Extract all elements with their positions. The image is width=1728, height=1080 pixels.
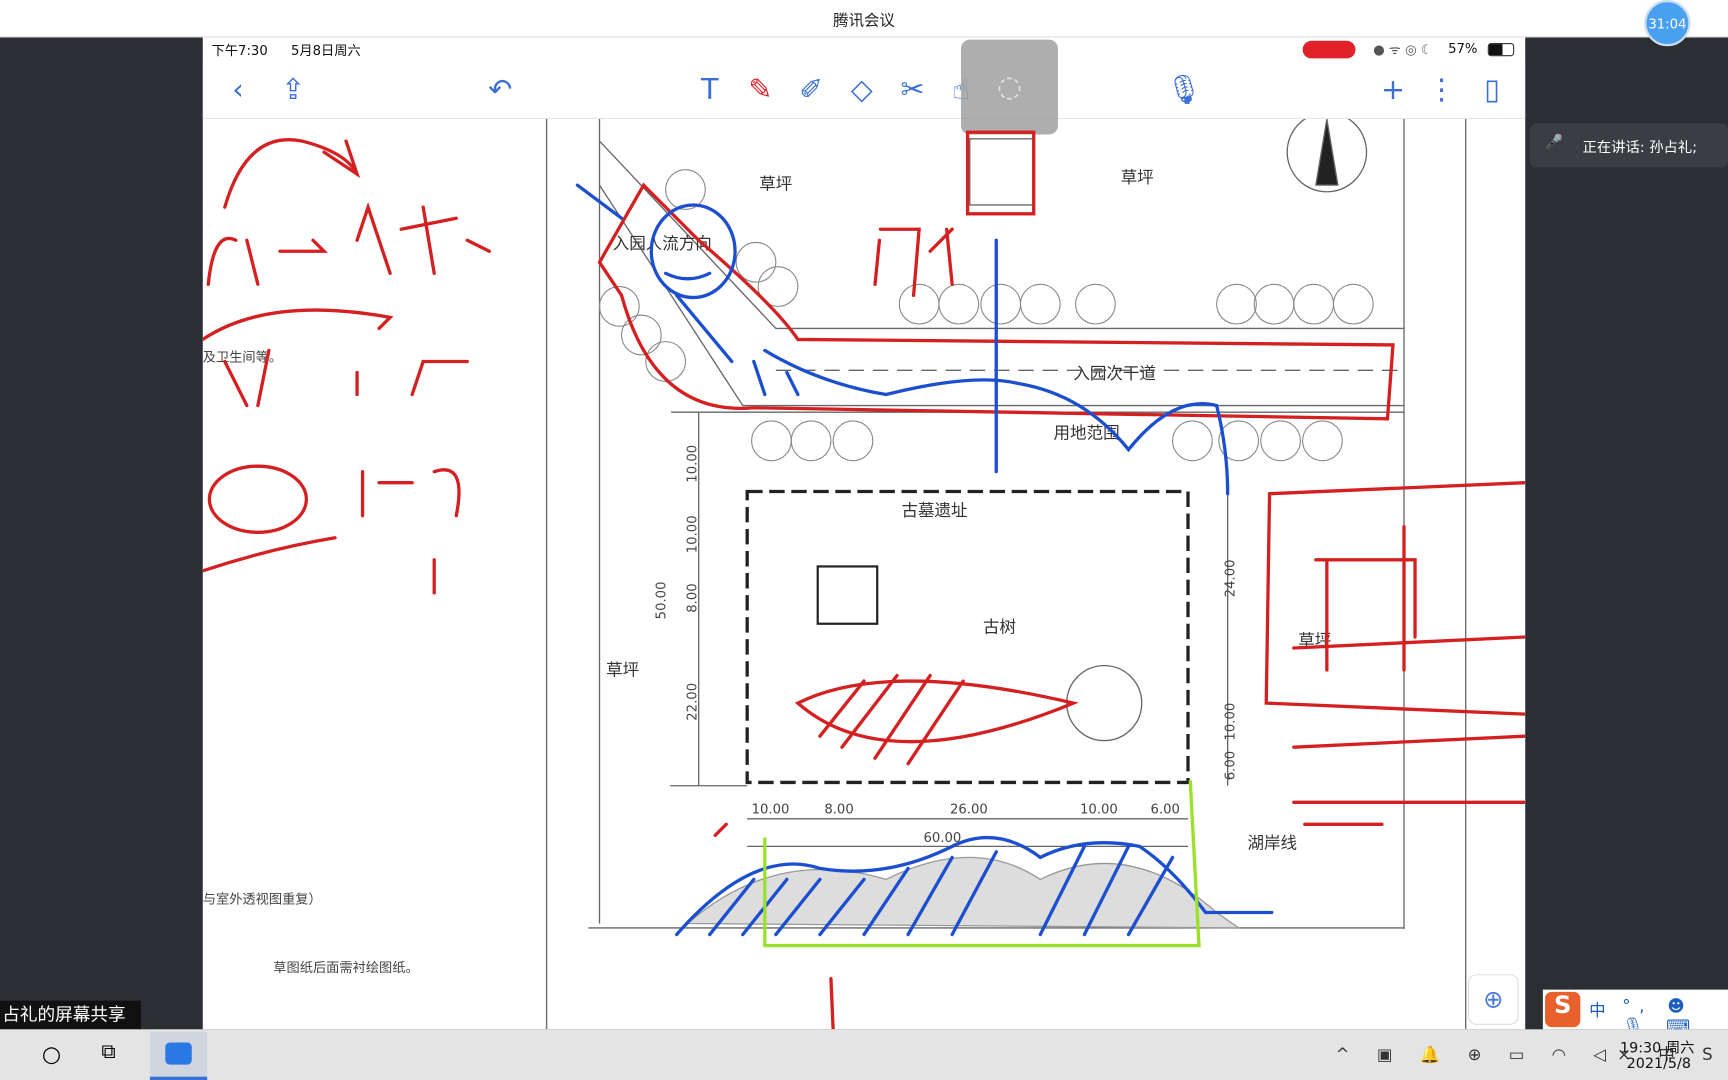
label-site-boundary: 用地范围 [1054,424,1120,443]
battery-icon [1487,42,1515,57]
add-icon[interactable]: + [1375,73,1410,108]
pages-icon[interactable]: ▯ [1475,73,1510,108]
scissors-icon[interactable]: ✂ [895,73,930,108]
shared-screen: 下午7:30 5月8日周六 ● ᯤ ◎ ☾ 57% ‹ ⇪ ↶ T ✎ ✐ ◇ … [202,37,1526,1030]
status-time: 下午7:30 [211,42,268,59]
status-date: 5月8日周六 [290,42,361,59]
dim-bottom: 10.00 [1080,802,1118,817]
share-icon[interactable]: ⇪ [276,73,311,108]
recording-indicator-icon [1302,40,1356,59]
clock-time[interactable]: 19:30 周六 [1620,1036,1695,1057]
label-road: 入园次干道 [1073,364,1156,383]
tencent-meeting-icon [165,1042,192,1065]
label-tree: 古树 [983,618,1016,637]
note-text: 草图纸后面需衬绘图纸。 [273,960,418,976]
search-circle-icon[interactable]: ○ [42,1040,61,1066]
ime-language[interactable]: 中 [1589,998,1606,1021]
label-shore: 湖岸线 [1248,834,1298,853]
muted-mic-icon: 🎤 [1545,134,1563,151]
dim-left: 8.00 [685,583,700,612]
microphone-icon[interactable]: 🎙 [1166,73,1202,108]
dim-right: 6.00 [1223,751,1238,780]
windows-taskbar: ○ ⧉ ^ ▣ 🔔 ⊕ ▭ ◠ ◁× 中 S 19:30 周六 2021/5/8 [0,1029,1728,1080]
ipad-status-bar: 下午7:30 5月8日周六 ● ᯤ ◎ ☾ 57% [203,37,1525,61]
back-icon[interactable]: ‹ [220,73,255,108]
dim-left-total: 50.00 [655,582,670,620]
tencent-meeting-taskbar-button[interactable] [149,1031,208,1080]
window-title: 腾讯会议 [833,12,895,30]
site-plan-drawing: 草坪 草坪 草坪 草坪 入园人流方向 入园次干道 用地范围 古墓遗址 古树 湖岸… [202,111,1526,1030]
note-text: 与室外透视图重复） [203,891,322,908]
notes-toolbar: ‹ ⇪ ↶ T ✎ ✐ ◇ ✂ ☝ ◌ 🎙 + ⋮ ▯ [202,39,1526,135]
eraser-icon[interactable]: ◇ [844,73,879,108]
clock-date[interactable]: 2021/5/8 [1627,1056,1691,1073]
dim-bottom: 8.00 [824,802,853,817]
battery-percent: 57% [1448,40,1478,57]
dim-bottom: 6.00 [1151,802,1180,817]
zoom-in-icon[interactable]: ⊕ [1467,974,1519,1025]
title-bar: 腾讯会议 [0,0,1728,38]
speaking-indicator: 🎤 正在讲话: 孙占礼; [1529,123,1728,168]
task-view-icon[interactable]: ⧉ [101,1040,115,1063]
meeting-timer[interactable]: 31:04 [1644,0,1691,47]
label-lawn: 草坪 [606,661,639,680]
dim-left: 10.00 [685,515,700,553]
dim-left: 10.00 [685,445,700,483]
speaking-text: 正在讲话: 孙占礼; [1582,139,1698,157]
more-icon[interactable]: ⋮ [1424,73,1459,108]
blue-annotations [575,183,1274,937]
dim-bottom: 10.00 [752,802,790,817]
label-tomb: 古墓遗址 [901,501,967,520]
dim-right: 24.00 [1223,559,1238,597]
ime-toolbar: S 中 °, ☻ 🎙 ⌨ [1542,989,1728,1036]
dim-bottom: 26.00 [950,802,988,817]
label-lawn: 草坪 [759,175,792,194]
undo-icon[interactable]: ↶ [483,73,518,108]
screen-share-label: 占礼的屏幕共享 [0,1000,142,1030]
highlighter-icon[interactable]: ✐ [793,73,828,108]
pen-icon[interactable]: ✎ [743,73,778,108]
dim-left: 22.00 [685,683,700,721]
sogou-icon[interactable]: S [1545,991,1581,1028]
text-icon[interactable]: T [692,73,727,108]
drawing-canvas[interactable]: 草坪 草坪 草坪 草坪 入园人流方向 入园次干道 用地范围 古墓遗址 古树 湖岸… [202,111,1526,1030]
wifi-icon: ● ᯤ ◎ ☾ [1373,41,1433,58]
label-lawn: 草坪 [1121,168,1154,187]
dim-right: 10.00 [1223,703,1238,741]
